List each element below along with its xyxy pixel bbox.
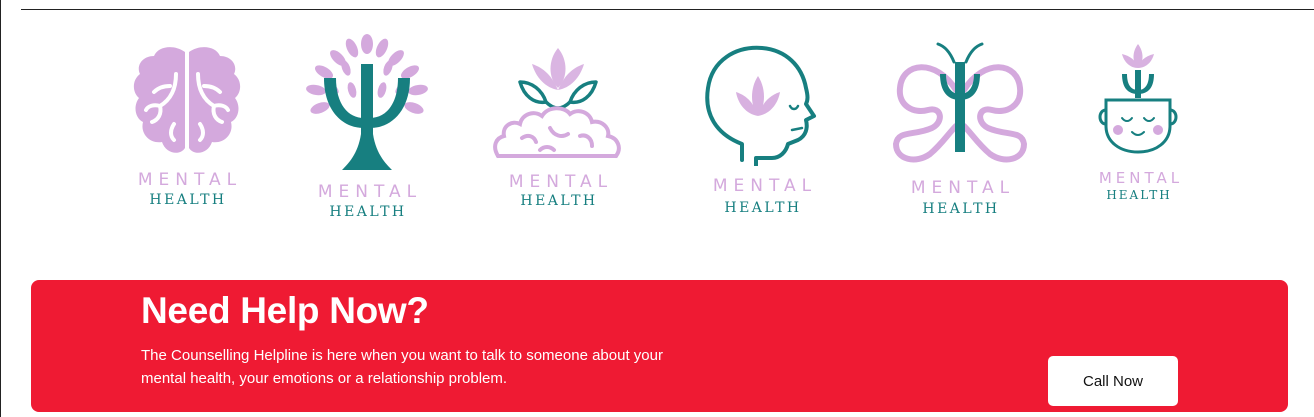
logo-psi-tree: MENTAL HEALTH — [300, 34, 434, 224]
logo-word-mental: MENTAL — [317, 182, 423, 202]
logo-lotus-brain: MENTAL HEALTH — [490, 40, 626, 215]
logo-pot-face: MENTAL HEALTH — [1084, 42, 1192, 204]
head-lotus-icon — [705, 45, 816, 166]
logo-brain: MENTAL HEALTH — [120, 40, 254, 210]
call-now-button[interactable]: Call Now — [1048, 356, 1178, 406]
logo-word-mental: MENTAL — [712, 176, 818, 196]
logo-word-health: HEALTH — [922, 201, 1000, 217]
brain-icon — [133, 47, 241, 153]
logo-word-mental: MENTAL — [508, 172, 614, 192]
logo-word-mental: MENTAL — [1098, 169, 1184, 187]
left-border — [0, 0, 1, 417]
help-title: Need Help Now? — [141, 290, 429, 331]
help-banner: Need Help Now? The Counselling Helpline … — [31, 280, 1288, 412]
logo-word-health: HEALTH — [329, 204, 407, 220]
top-divider — [21, 9, 1314, 10]
logo-word-health: HEALTH — [724, 200, 802, 216]
psi-tree-icon — [306, 34, 428, 170]
lotus-brain-icon — [493, 48, 621, 158]
logo-head-lotus: MENTAL HEALTH — [690, 42, 834, 222]
logo-word-health: HEALTH — [520, 193, 598, 209]
logo-word-health: HEALTH — [149, 192, 227, 208]
logo-butterfly-psi: MENTAL HEALTH — [890, 38, 1030, 220]
help-description: The Counselling Helpline is here when yo… — [141, 347, 663, 387]
logo-word-mental: MENTAL — [137, 170, 243, 190]
pot-face-icon — [1098, 44, 1178, 154]
logo-word-mental: MENTAL — [910, 178, 1016, 198]
butterfly-psi-icon — [892, 42, 1028, 163]
logo-word-health: HEALTH — [1106, 188, 1172, 202]
